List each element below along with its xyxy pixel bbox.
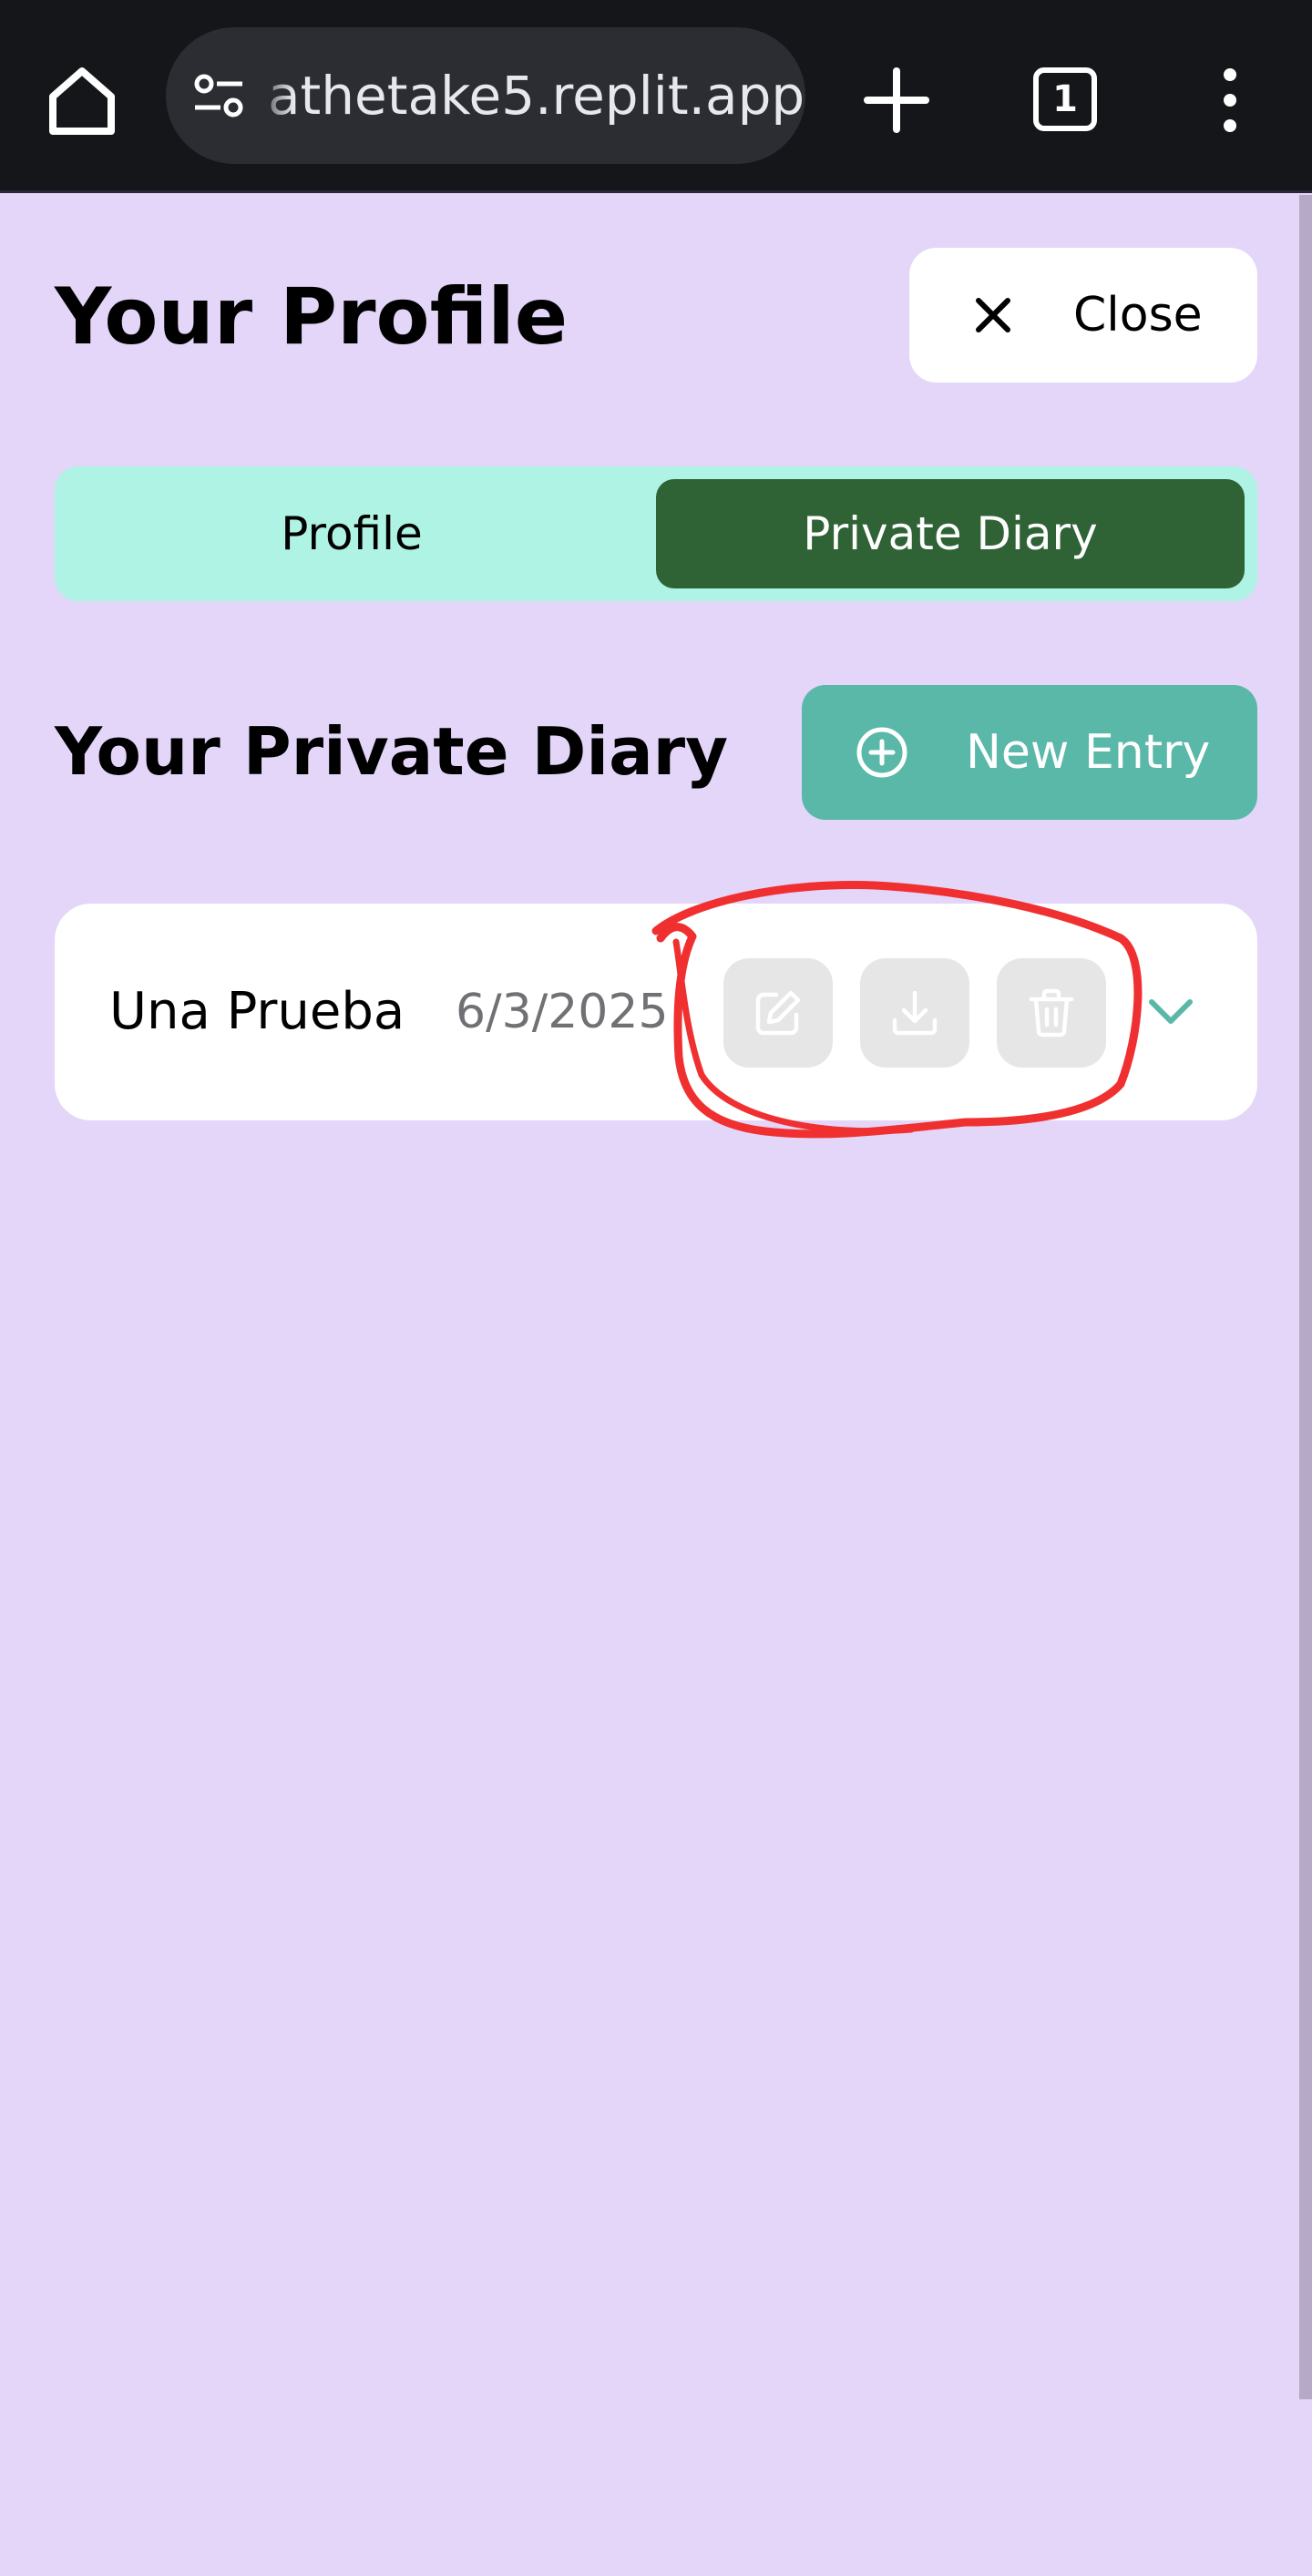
edit-icon: [755, 990, 801, 1036]
close-label: Close: [1073, 288, 1203, 342]
more-vert-icon: [1224, 68, 1236, 132]
address-bar[interactable]: athetake5.replit.app: [166, 27, 805, 164]
tab-profile[interactable]: Profile: [67, 479, 636, 588]
tab-switcher-button[interactable]: 1: [1028, 62, 1104, 138]
edit-entry-button[interactable]: [723, 958, 833, 1068]
chevron-down-icon: [1149, 999, 1193, 1024]
entry-date: 6/3/2025: [456, 985, 669, 1039]
tab-bar: Profile Private Diary: [55, 466, 1257, 601]
tab-switcher-icon: 1: [1033, 67, 1097, 131]
highlight-annotation: [651, 881, 1143, 1139]
browser-toolbar: athetake5.replit.app 1: [0, 0, 1312, 193]
new-tab-button[interactable]: [860, 64, 933, 137]
browser-menu-button[interactable]: [1203, 64, 1257, 137]
site-settings-button[interactable]: [191, 69, 246, 124]
tab-private-diary[interactable]: Private Diary: [656, 479, 1245, 588]
close-button[interactable]: Close: [909, 248, 1257, 383]
home-button[interactable]: [46, 64, 118, 137]
expand-entry-button[interactable]: [1139, 980, 1203, 1044]
page-title: Your Profile: [55, 271, 569, 363]
trash-icon: [1029, 988, 1074, 1038]
entry-title: Una Prueba: [109, 982, 405, 1041]
plus-icon: [864, 67, 929, 133]
new-entry-label: New Entry: [966, 725, 1211, 780]
diary-entry-card[interactable]: Una Prueba 6/3/2025: [55, 904, 1257, 1120]
close-icon: [976, 298, 1010, 332]
plus-circle-icon: [856, 727, 907, 778]
new-entry-button[interactable]: New Entry: [802, 685, 1257, 820]
scrollbar[interactable]: [1299, 195, 1312, 2399]
section-title: Your Private Diary: [55, 713, 729, 790]
tune-icon: [194, 74, 243, 118]
url-text: athetake5.replit.app: [268, 65, 805, 127]
download-entry-button[interactable]: [860, 958, 969, 1068]
download-icon: [892, 990, 938, 1036]
home-icon: [49, 67, 115, 135]
delete-entry-button[interactable]: [997, 958, 1106, 1068]
